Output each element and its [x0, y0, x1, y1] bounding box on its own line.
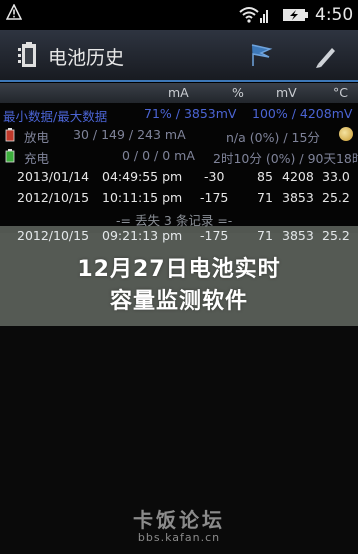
charge-battery-icon — [5, 149, 15, 163]
edit-icon[interactable] — [312, 42, 340, 70]
discharge-battery-icon — [5, 128, 15, 142]
row-percent: 71 — [257, 228, 273, 243]
status-bar: 4:50 — [0, 0, 358, 30]
watermark-name: 卡饭论坛 — [133, 508, 225, 532]
coin-icon — [339, 127, 353, 141]
battery-charging-icon — [283, 9, 308, 21]
battery-history-table: mA % mV °C 最小数据/最大数据 71% / 3853mV 100% /… — [0, 83, 358, 233]
max-min-high: 100% / 4208mV — [252, 106, 353, 121]
charge-rate: 2时10分 (0%) / 90天18时 — [213, 151, 358, 166]
row-temp: 25.2 — [322, 190, 350, 205]
discharge-label: 放电 — [24, 130, 50, 145]
row-mv: 4208 — [282, 169, 314, 184]
status-time: 4:50 — [315, 5, 354, 25]
row-temp: 25.2 — [322, 228, 350, 243]
discharge-values: 30 / 149 / 243 mA — [73, 127, 186, 142]
charge-label: 充电 — [24, 151, 50, 166]
row-date: 2012/10/15 — [17, 228, 90, 243]
row-ma: -30 — [204, 169, 225, 184]
row-date: 2012/10/15 — [17, 190, 90, 205]
table-header: mA % mV °C — [0, 83, 358, 103]
app-bar: 电池历史 — [0, 30, 358, 82]
lost-records-row: -= 丢失 3 条记录 =- — [0, 208, 358, 228]
max-min-label: 最小数据/最大数据 — [3, 109, 108, 124]
headline-line-1: 12月27日电池实时 — [77, 257, 281, 282]
row-time: 09:21:13 pm — [102, 228, 183, 243]
column-header-celsius: °C — [333, 85, 348, 100]
charge-values: 0 / 0 / 0 mA — [122, 148, 195, 163]
row-date: 2013/01/14 — [17, 169, 90, 184]
row-mv: 3853 — [282, 228, 314, 243]
row-time: 04:49:55 pm — [102, 169, 183, 184]
wifi-icon — [239, 7, 268, 23]
column-header-mv: mV — [276, 85, 297, 100]
watermark-url: bbs.kafan.cn — [137, 531, 221, 544]
row-mv: 3853 — [282, 190, 314, 205]
row-temp: 33.0 — [322, 169, 350, 184]
charge-row: 充电 0 / 0 / 0 mA 2时10分 (0%) / 90天18时 — [0, 146, 358, 166]
table-row[interactable]: 2013/01/14 04:49:55 pm -30 85 4208 33.0 — [0, 167, 358, 187]
row-percent: 85 — [257, 169, 273, 184]
row-ma: -175 — [200, 228, 229, 243]
battery-history-app-icon[interactable] — [16, 42, 42, 68]
max-min-low: 71% / 3853mV — [144, 106, 237, 121]
headline-line-2: 容量监测软件 — [109, 289, 248, 314]
column-header-percent: % — [232, 85, 244, 100]
flag-icon[interactable] — [248, 42, 274, 68]
warning-icon — [6, 4, 22, 20]
row-ma: -175 — [200, 190, 229, 205]
row-percent: 71 — [257, 190, 273, 205]
column-header-ma: mA — [168, 85, 189, 100]
row-time: 10:11:15 pm — [102, 190, 183, 205]
discharge-row: 放电 30 / 149 / 243 mA n/a (0%) / 15分 — [0, 125, 358, 145]
discharge-rate: n/a (0%) / 15分 — [226, 130, 320, 145]
max-min-row: 最小数据/最大数据 71% / 3853mV 100% / 4208mV — [0, 104, 358, 124]
table-row[interactable]: 2012/10/15 10:11:15 pm -175 71 3853 25.2 — [0, 188, 358, 208]
page-title: 电池历史 — [48, 47, 125, 69]
